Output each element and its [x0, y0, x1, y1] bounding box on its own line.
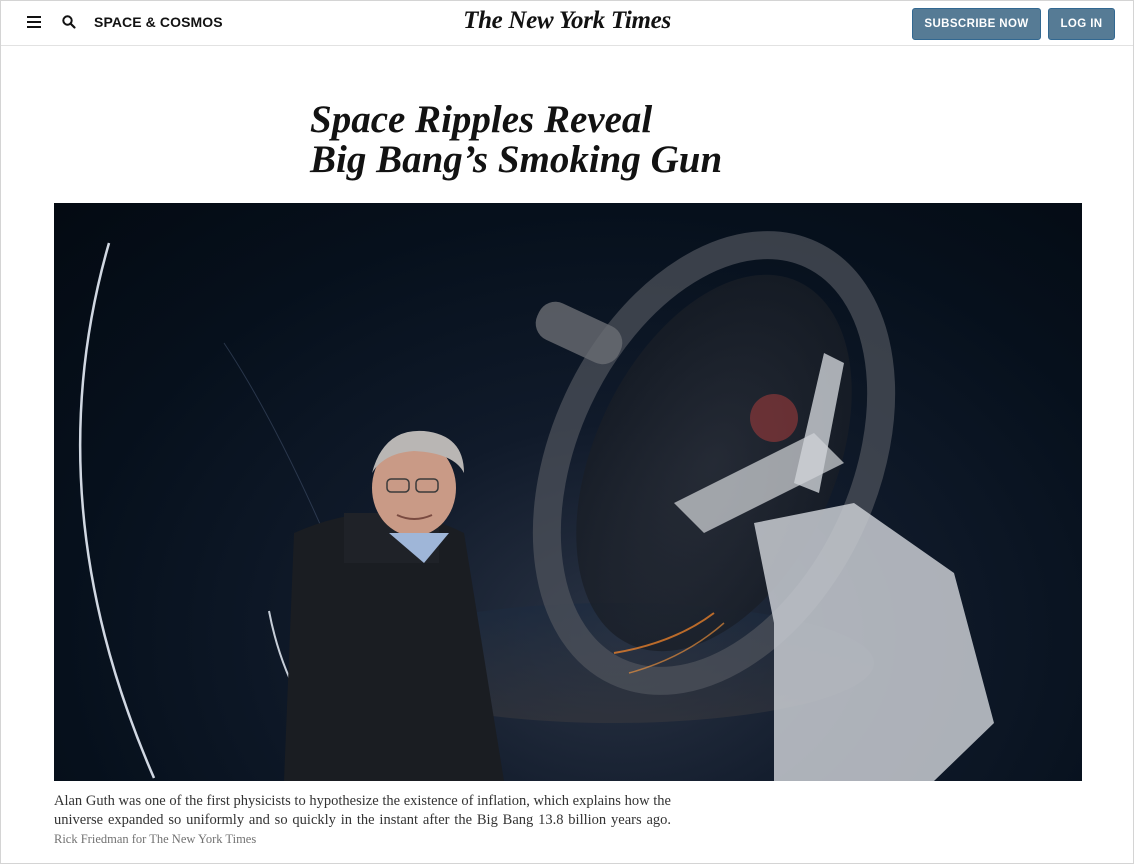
top-bar: SPACE & COSMOS The New York Times Subscr… [1, 1, 1133, 46]
lead-photo [54, 203, 1082, 781]
headline-line-2: Big Bang’s Smoking Gun [310, 138, 723, 181]
hamburger-menu-icon[interactable] [27, 16, 41, 28]
caption-text: Alan Guth was one of the first physicist… [54, 793, 671, 828]
photo-credit: Rick Friedman for The New York Times [54, 832, 257, 846]
login-button[interactable]: Log In [1048, 8, 1115, 40]
lead-photo-illustration [78, 231, 994, 781]
search-icon[interactable] [61, 14, 77, 30]
article-headline: Space Ripples Reveal Big Bang’s Smoking … [310, 100, 870, 180]
section-link[interactable]: SPACE & COSMOS [94, 14, 223, 30]
masthead-logo-text[interactable]: The New York Times [463, 7, 671, 34]
headline-line-1: Space Ripples Reveal [310, 98, 653, 141]
subscribe-button[interactable]: Subscribe Now [912, 8, 1041, 40]
photo-caption: Alan Guth was one of the first physicist… [54, 792, 671, 849]
